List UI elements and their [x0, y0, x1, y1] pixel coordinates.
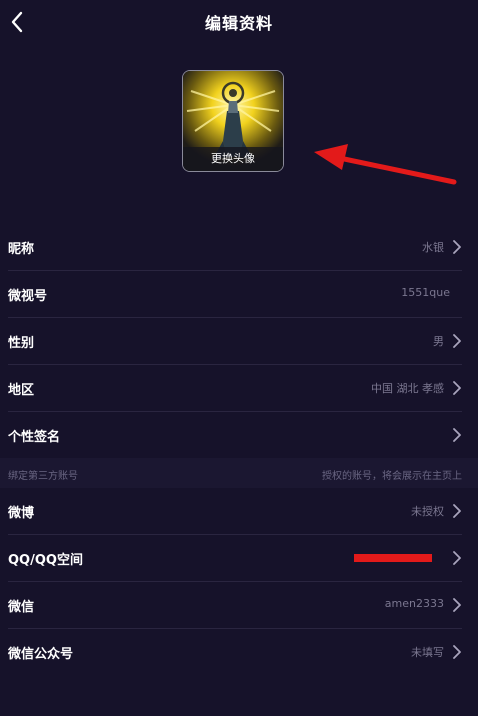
chevron-right-icon — [453, 645, 461, 659]
top-bar: 编辑资料 — [0, 0, 478, 44]
row-value: 男 — [433, 335, 444, 348]
row-wechat-official[interactable]: 微信公众号 未填写 — [8, 629, 462, 675]
row-wechat[interactable]: 微信 amen2333 — [8, 582, 462, 629]
row-label: 微视号 — [8, 289, 48, 304]
row-qq[interactable]: QQ/QQ空间 — [8, 535, 462, 582]
chevron-right-icon — [453, 334, 461, 348]
row-value: 未授权 — [411, 505, 444, 518]
row-label: 微信公众号 — [8, 647, 74, 662]
row-label: 性别 — [8, 336, 35, 351]
row-value: amen2333 — [384, 597, 444, 610]
avatar[interactable]: 更换头像 — [182, 70, 284, 172]
chevron-right-icon — [453, 428, 461, 442]
row-nickname[interactable]: 昵称 水银 — [8, 224, 462, 271]
row-label: 昵称 — [8, 242, 35, 257]
change-avatar-label: 更换头像 — [183, 147, 283, 171]
settings-list: 昵称 水银 微视号 1551que 性别 男 地区 中国 湖北 孝感 个性签名 … — [0, 224, 478, 675]
chevron-right-icon — [453, 598, 461, 612]
row-region[interactable]: 地区 中国 湖北 孝感 — [8, 365, 462, 412]
section-note: 授权的账号，将会展示在主页上 — [322, 471, 462, 482]
third-party-section-header: 绑定第三方账号 授权的账号，将会展示在主页上 — [0, 458, 478, 488]
chevron-right-icon — [453, 551, 461, 565]
section-title: 绑定第三方账号 — [8, 471, 78, 482]
row-label: QQ/QQ空间 — [8, 553, 83, 568]
row-label: 地区 — [8, 383, 35, 398]
row-label: 微博 — [8, 506, 35, 521]
chevron-right-icon — [453, 504, 461, 518]
annotation-arrow-icon — [314, 144, 457, 185]
page-title: 编辑资料 — [204, 14, 273, 33]
row-label: 微信 — [8, 600, 35, 615]
row-signature[interactable]: 个性签名 — [8, 412, 462, 458]
row-gender[interactable]: 性别 男 — [8, 318, 462, 365]
row-weishi-id[interactable]: 微视号 1551que — [8, 271, 462, 318]
row-value: 1551que — [401, 286, 450, 299]
redaction-mark — [354, 554, 432, 562]
row-value: 水银 — [422, 241, 444, 254]
chevron-right-icon — [453, 381, 461, 395]
chevron-right-icon — [453, 240, 461, 254]
row-weibo[interactable]: 微博 未授权 — [8, 488, 462, 535]
row-value: 中国 湖北 孝感 — [371, 382, 444, 395]
row-label: 个性签名 — [8, 430, 61, 445]
row-value: 未填写 — [411, 646, 444, 659]
